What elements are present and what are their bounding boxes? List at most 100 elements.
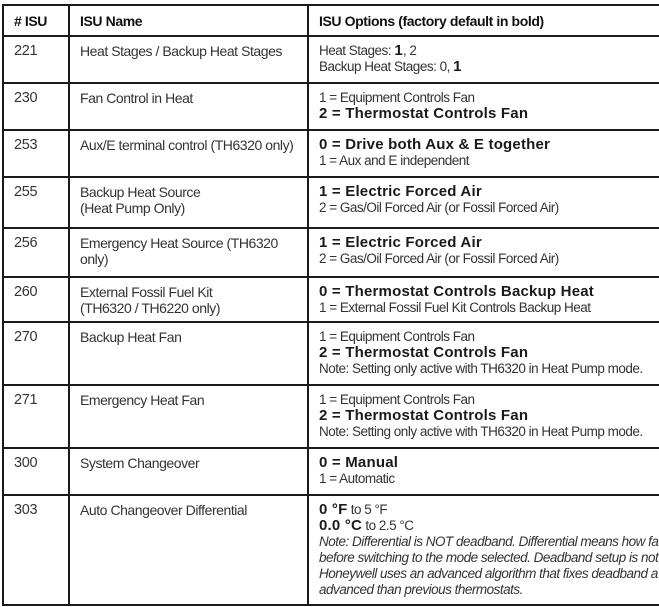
- option-note: Honeywell uses an advanced algorithm tha…: [319, 566, 658, 581]
- isu-number: 221: [2, 35, 70, 84]
- isu-name-cell: Backup Heat Fan: [68, 321, 309, 386]
- option-line: 1 = Equipment Controls Fan: [319, 392, 659, 408]
- option-note: before switching to the mode selected. D…: [319, 550, 659, 565]
- isu-name-cell: Backup Heat Source (Heat Pump Only): [68, 176, 309, 229]
- option-line: Note: Differential is NOT deadband. Diff…: [319, 534, 659, 550]
- option-default: 0 = Drive both Aux & E together: [319, 136, 551, 153]
- isu-number: 300: [2, 447, 70, 496]
- isu-options-cell: Heat Stages: 1, 2 Backup Heat Stages: 0, …: [307, 35, 659, 84]
- option-line: 1 = Electric Forced Air: [319, 184, 659, 200]
- table-body: 221 Heat Stages / Backup Heat Stages Heat …: [2, 35, 659, 606]
- option-line: before switching to the mode selected. D…: [319, 550, 659, 566]
- isu-name-line2: (Heat Pump Only): [80, 200, 185, 216]
- option-line: Honeywell uses an advanced algorithm tha…: [319, 566, 659, 582]
- option-line: 2 = Gas/Oil Forced Air (or Fossil Forced…: [319, 200, 659, 216]
- isu-options-cell: 0 = Drive both Aux & E together 1 = Aux a…: [307, 129, 659, 178]
- option-note: advanced than previous thermostats.: [319, 582, 523, 597]
- option-line: 2 = Thermostat Controls Fan: [319, 345, 659, 361]
- isu-number: 230: [2, 82, 70, 131]
- isu-options-cell: 0 = Manual 1 = Automatic: [307, 447, 659, 496]
- isu-name-cell: Emergency Heat Fan: [68, 384, 309, 449]
- isu-name-cell: Heat Stages / Backup Heat Stages: [68, 35, 309, 84]
- option-default: 2 = Thermostat Controls Fan: [319, 105, 529, 122]
- header-isu-number: # ISU: [2, 4, 70, 37]
- option-default: 2 = Thermostat Controls Fan: [319, 407, 529, 424]
- option-line: 0 °F to 5 °F: [319, 502, 659, 518]
- header-isu-options: ISU Options (factory default in bold): [307, 4, 659, 37]
- table-row: 221 Heat Stages / Backup Heat Stages Heat …: [2, 35, 659, 84]
- option-text: 1 = Automatic: [319, 471, 395, 486]
- isu-options-cell: 1 = Equipment Controls Fan 2 = Thermostat…: [307, 384, 659, 449]
- option-default: 0 °F: [319, 501, 348, 518]
- isu-name: Emergency Heat Source (TH6320 only): [80, 235, 278, 267]
- isu-number: 256: [2, 227, 70, 278]
- table-row: 260 External Fossil Fuel Kit (TH6320 / TH6…: [2, 276, 659, 323]
- option-text: 1 = External Fossil Fuel Kit Controls Ba…: [319, 300, 591, 315]
- option-line: 0 = Thermostat Controls Backup Heat: [319, 284, 659, 300]
- isu-options-cell: 1 = Electric Forced Air 2 = Gas/Oil Force…: [307, 227, 659, 278]
- option-line: Backup Heat Stages: 0, 1: [319, 59, 659, 75]
- isu-name-cell: Aux/E terminal control (TH6320 only): [68, 129, 309, 178]
- isu-table: # ISU ISU Name ISU Options (factory defa…: [2, 4, 659, 606]
- isu-name: Backup Heat Fan: [80, 329, 182, 345]
- header-row: # ISU ISU Name ISU Options (factory defa…: [2, 4, 659, 37]
- option-text: Note: Setting only active with TH6320 in…: [319, 361, 643, 376]
- option-text: Heat Stages:: [319, 43, 395, 58]
- option-default: 1: [453, 58, 462, 75]
- isu-options-cell: 0 °F to 5 °F 0.0 °C to 2.5 °C Note: Differ…: [307, 494, 659, 606]
- isu-number: 303: [2, 494, 70, 606]
- option-default: 0 = Thermostat Controls Backup Heat: [319, 283, 594, 300]
- isu-name: Aux/E terminal control (TH6320 only): [80, 137, 294, 153]
- option-default: 1 = Electric Forced Air: [319, 183, 482, 200]
- option-text: 1 = Aux and E independent: [319, 153, 470, 168]
- table-row: 253 Aux/E terminal control (TH6320 only) 0…: [2, 129, 659, 178]
- option-text: 2 = Gas/Oil Forced Air (or Fossil Forced…: [319, 251, 559, 266]
- isu-number: 270: [2, 321, 70, 386]
- isu-name: System Changeover: [80, 455, 200, 471]
- option-text: 1 = Equipment Controls Fan: [319, 329, 475, 344]
- option-line: 0 = Manual: [319, 455, 659, 471]
- isu-name-cell: Emergency Heat Source (TH6320 only): [68, 227, 309, 278]
- option-text: Backup Heat Stages: 0,: [319, 59, 454, 74]
- isu-name: Auto Changeover Differential: [80, 502, 247, 518]
- isu-name: External Fossil Fuel Kit: [80, 284, 213, 300]
- option-default: 0 = Manual: [319, 454, 399, 471]
- isu-name: Fan Control in Heat: [80, 90, 193, 106]
- option-note: Note: Differential is NOT deadband. Diff…: [319, 534, 659, 549]
- option-line: 2 = Thermostat Controls Fan: [319, 106, 659, 122]
- option-line: 2 = Gas/Oil Forced Air (or Fossil Forced…: [319, 251, 659, 267]
- isu-name: Emergency Heat Fan: [80, 392, 205, 408]
- isu-number: 271: [2, 384, 70, 449]
- isu-options-cell: 1 = Equipment Controls Fan 2 = Thermostat…: [307, 82, 659, 131]
- option-text: to 2.5 °C: [362, 518, 414, 533]
- isu-name-cell: External Fossil Fuel Kit (TH6320 / TH6220…: [68, 276, 309, 323]
- option-default: 1: [394, 42, 403, 59]
- option-line: 0 = Drive both Aux & E together: [319, 137, 659, 153]
- option-line: advanced than previous thermostats.: [319, 582, 659, 598]
- isu-name-cell: System Changeover: [68, 447, 309, 496]
- isu-name-cell: Fan Control in Heat: [68, 82, 309, 131]
- option-line: Note: Setting only active with TH6320 in…: [319, 424, 659, 440]
- option-line: 0.0 °C to 2.5 °C: [319, 518, 659, 534]
- option-line: 2 = Thermostat Controls Fan: [319, 408, 659, 424]
- isu-options-cell: 1 = Equipment Controls Fan 2 = Thermostat…: [307, 321, 659, 386]
- table-row: 271 Emergency Heat Fan 1 = Equipment Contr…: [2, 384, 659, 449]
- isu-options-cell: 0 = Thermostat Controls Backup Heat 1 = E…: [307, 276, 659, 323]
- option-line: 1 = Equipment Controls Fan: [319, 329, 659, 345]
- option-text: 2 = Gas/Oil Forced Air (or Fossil Forced…: [319, 200, 559, 215]
- isu-name-line2: (TH6320 / TH6220 only): [80, 300, 221, 316]
- table-row: 230 Fan Control in Heat 1 = Equipment Cont…: [2, 82, 659, 131]
- isu-name: Backup Heat Source: [80, 184, 201, 200]
- table-row: 255 Backup Heat Source (Heat Pump Only) 1 =…: [2, 176, 659, 229]
- header-isu-name: ISU Name: [68, 4, 309, 37]
- isu-name: Heat Stages / Backup Heat Stages: [80, 43, 282, 59]
- option-text: , 2: [402, 43, 417, 58]
- isu-number: 260: [2, 276, 70, 323]
- option-default: 2 = Thermostat Controls Fan: [319, 344, 529, 361]
- isu-number: 253: [2, 129, 70, 178]
- option-line: 1 = External Fossil Fuel Kit Controls Ba…: [319, 300, 659, 316]
- option-default: 0.0 °C: [319, 517, 363, 534]
- option-line: Note: Setting only active with TH6320 in…: [319, 361, 659, 377]
- option-line: 1 = Automatic: [319, 471, 659, 487]
- option-line: 1 = Equipment Controls Fan: [319, 90, 659, 106]
